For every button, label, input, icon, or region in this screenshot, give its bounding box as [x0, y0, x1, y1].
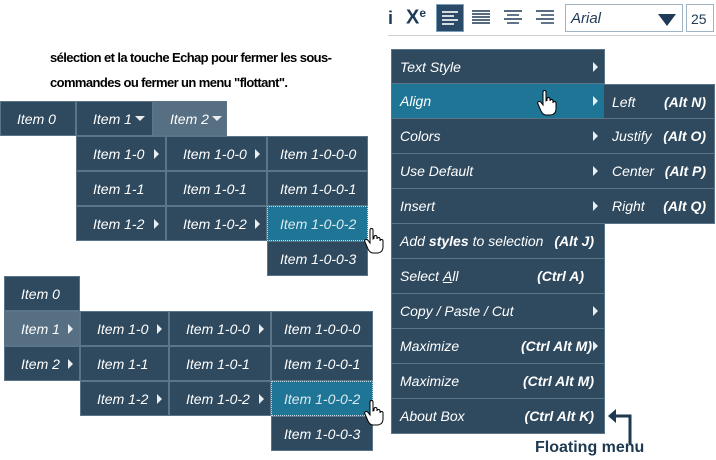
menu1-item-1-1[interactable]: Item 1-1	[76, 171, 166, 206]
chevron-down-icon	[211, 116, 222, 121]
floating-menu-copy-paste-cut[interactable]: Copy / Paste / Cut	[391, 294, 605, 329]
chevron-down-icon	[134, 116, 145, 121]
menubar-item-2[interactable]: Item 2	[153, 101, 227, 136]
chevron-right-icon	[154, 148, 159, 159]
menu1-item-1-2[interactable]: Item 1-2	[76, 206, 166, 241]
hand-cursor-icon	[364, 400, 384, 426]
floating-menu-use-default[interactable]: Use Default	[391, 154, 605, 189]
align-submenu-justify[interactable]: Justify (Alt O)	[604, 119, 715, 154]
floating-menu-add-styles[interactable]: Add styles to selection (Alt J)	[391, 224, 605, 259]
superscript-label: X	[406, 6, 420, 29]
align-center-icon	[504, 10, 522, 24]
menu2-item-1-0-2[interactable]: Item 1-0-2	[169, 381, 271, 416]
menu2-item-1-1[interactable]: Item 1-1	[80, 346, 169, 381]
shortcut-label: (Alt Q)	[663, 198, 706, 214]
menu1-item-1-0-0-0[interactable]: Item 1-0-0-0	[267, 136, 368, 171]
floating-menu-select-all[interactable]: Select All (Ctrl A)	[391, 259, 605, 294]
align-center-button[interactable]	[500, 4, 528, 32]
hand-cursor-icon	[364, 228, 384, 254]
superscript-button[interactable]: Xe	[406, 6, 434, 32]
floating-menu-maximize-2[interactable]: Maximize (Ctrl Alt M)	[391, 364, 605, 399]
font-size-input[interactable]: 25	[686, 4, 714, 32]
shortcut-label: (Alt O)	[663, 128, 706, 144]
menubar-item-1[interactable]: Item 1	[76, 101, 153, 136]
font-family-value: Arial	[571, 10, 602, 27]
menu2-item-1-0-0-1[interactable]: Item 1-0-0-1	[271, 346, 373, 381]
justify-button[interactable]	[468, 4, 496, 32]
doc-paragraph-line-1: sélection et la touche Echap pour fermer…	[50, 50, 332, 65]
align-submenu-left[interactable]: Left (Alt N)	[604, 84, 715, 119]
chevron-right-icon	[593, 166, 598, 176]
shortcut-label: (Ctrl Alt K)	[524, 408, 594, 424]
menubar-item-0[interactable]: Item 0	[0, 101, 76, 136]
doc-paragraph-line-2: commandes ou fermer un menu "flottant".	[50, 75, 288, 90]
chevron-right-icon	[593, 61, 598, 72]
align-left-icon	[442, 11, 458, 25]
chevron-right-icon	[68, 358, 73, 369]
align-left-button[interactable]	[436, 4, 464, 32]
menu2-item-1[interactable]: Item 1	[4, 311, 80, 346]
font-size-value: 25	[691, 11, 707, 27]
chevron-right-icon	[593, 131, 598, 141]
menu2-item-1-0[interactable]: Item 1-0	[80, 311, 169, 346]
chevron-right-icon	[593, 341, 598, 351]
align-justify-icon	[472, 10, 490, 24]
floating-menu-about-box[interactable]: About Box (Ctrl Alt K)	[391, 399, 605, 434]
menu2-item-1-0-1[interactable]: Item 1-0-1	[169, 346, 271, 381]
menu2-item-2[interactable]: Item 2	[4, 346, 80, 381]
hand-cursor-icon	[537, 90, 557, 116]
italic-button[interactable]: i	[388, 8, 393, 29]
menu1-item-1-0-1[interactable]: Item 1-0-1	[166, 171, 267, 206]
shortcut-label: (Ctrl Alt M)	[522, 373, 594, 389]
chevron-down-icon	[658, 14, 676, 26]
menu2-item-1-0-0-0[interactable]: Item 1-0-0-0	[271, 311, 373, 346]
chevron-right-icon	[593, 201, 598, 211]
menu1-item-1-0-0-1[interactable]: Item 1-0-0-1	[267, 171, 368, 206]
font-family-select[interactable]: Arial	[565, 4, 683, 32]
superscript-exponent: e	[419, 6, 427, 20]
chevron-right-icon	[255, 218, 260, 229]
chevron-right-icon	[255, 148, 260, 159]
floating-menu-colors[interactable]: Colors	[391, 119, 605, 154]
shortcut-label: (Alt P)	[664, 163, 706, 179]
shortcut-label: (Alt J)	[554, 233, 594, 249]
floating-menu-maximize-1[interactable]: Maximize (Ctrl Alt M)	[391, 329, 605, 364]
menu1-item-1-0-0-2[interactable]: Item 1-0-0-2	[267, 206, 368, 241]
floating-menu-caption: Floating menu	[535, 439, 645, 456]
chevron-right-icon	[68, 323, 73, 334]
shortcut-label: (Ctrl A)	[537, 268, 584, 284]
menu1-item-1-0[interactable]: Item 1-0	[76, 136, 166, 171]
menu1-item-1-0-0[interactable]: Item 1-0-0	[166, 136, 267, 171]
chevron-right-icon	[259, 393, 264, 404]
shortcut-label: (Ctrl Alt M)	[520, 338, 592, 354]
chevron-right-icon	[154, 218, 159, 229]
shortcut-label: (Alt N)	[664, 93, 706, 110]
floating-menu-align[interactable]: Align	[391, 84, 605, 119]
align-right-button[interactable]	[532, 4, 560, 32]
menu2-item-1-0-0[interactable]: Item 1-0-0	[169, 311, 271, 346]
align-right-icon	[536, 10, 554, 24]
align-submenu-right[interactable]: Right (Alt Q)	[604, 189, 715, 224]
chevron-right-icon	[259, 323, 264, 334]
menu2-item-1-0-0-3[interactable]: Item 1-0-0-3	[271, 416, 373, 451]
menu1-item-1-0-0-3[interactable]: Item 1-0-0-3	[267, 241, 368, 276]
chevron-right-icon	[593, 306, 598, 316]
chevron-right-icon	[157, 393, 162, 404]
menu2-item-1-2[interactable]: Item 1-2	[80, 381, 169, 416]
align-submenu-center[interactable]: Center (Alt P)	[604, 154, 715, 189]
chevron-right-icon	[593, 96, 598, 106]
menu2-item-1-0-0-2[interactable]: Item 1-0-0-2	[271, 381, 373, 416]
floating-menu-insert[interactable]: Insert	[391, 189, 605, 224]
menu2-item-0[interactable]: Item 0	[4, 276, 80, 311]
chevron-right-icon	[157, 323, 162, 334]
menu1-item-1-0-2[interactable]: Item 1-0-2	[166, 206, 267, 241]
floating-menu-text-style[interactable]: Text Style	[391, 49, 605, 84]
